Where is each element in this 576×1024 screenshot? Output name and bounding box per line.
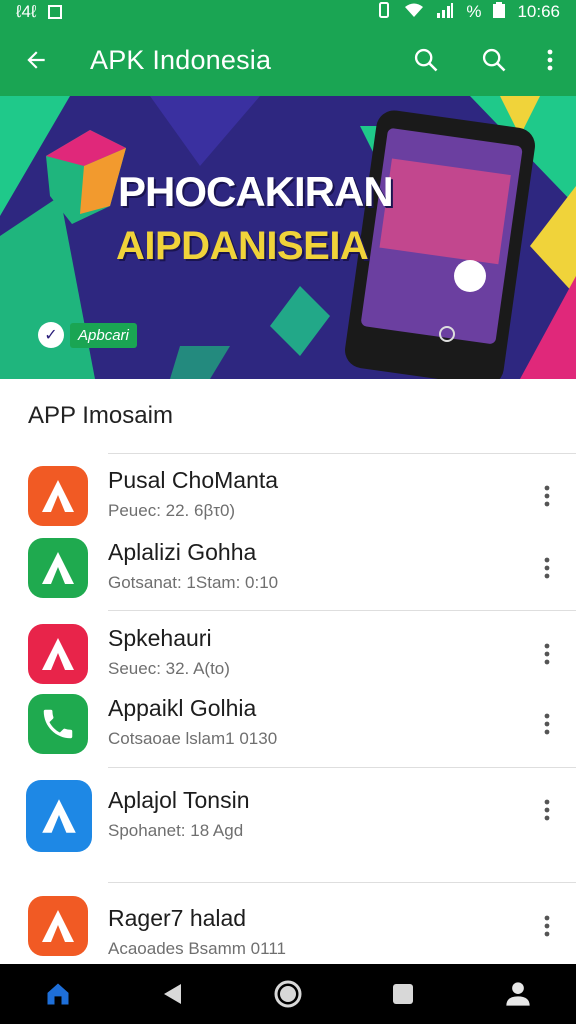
search-button[interactable] (392, 32, 460, 88)
cell-signal-icon (436, 2, 454, 23)
more-vert-icon (547, 49, 553, 71)
account-icon (506, 982, 531, 1006)
section-title: APP Imosaim (28, 402, 173, 429)
status-right: % 10:66 (376, 1, 560, 23)
system-nav-bar (0, 964, 576, 1024)
banner-badge-label: Apbcari (70, 322, 137, 348)
app-name: Pusal ChoManta (108, 467, 279, 493)
banner-subheadline: AIPDANISEIA (116, 224, 369, 268)
app-meta: Peuec: 22. 6βτ0) (108, 501, 236, 520)
nav-recents-button[interactable] (373, 964, 433, 1024)
app-a-icon (28, 896, 88, 956)
recents-square-icon (393, 984, 414, 1004)
app-list-item[interactable]: Pusal ChoManta Peuec: 22. 6βτ0) (0, 466, 576, 526)
banner-badge: ✓ Apbcari (38, 322, 137, 348)
app-more-button[interactable] (530, 704, 564, 744)
app-list-item[interactable]: Aplalizi Gohha Gotsanat: 1Stam: 0:10 (0, 538, 576, 598)
app-a-icon (28, 538, 88, 598)
app-bar-actions (392, 32, 572, 88)
nav-home-tab[interactable] (28, 964, 88, 1024)
app-more-button[interactable] (530, 476, 564, 516)
more-vert-icon (544, 557, 550, 579)
back-triangle-icon (163, 984, 181, 1004)
nav-account-button[interactable] (488, 964, 548, 1024)
app-meta: Cotsaoae lslam1 0130 (108, 729, 278, 748)
app-name: Rager7 halad (108, 905, 247, 931)
status-left: ℓ4ℓ (16, 2, 63, 22)
app-a-icon (28, 624, 88, 684)
app-more-button[interactable] (530, 906, 564, 946)
more-vert-icon (544, 643, 550, 665)
vibrate-icon (376, 1, 392, 23)
app-meta: Acaoades Bsamm 0111 (108, 939, 286, 958)
list-divider (108, 453, 576, 454)
app-list-item[interactable]: Aplajol Tonsin Spohanet: 18 Agd (0, 780, 576, 852)
search-button-secondary[interactable] (460, 32, 528, 88)
app-bar: APK Indonesia (0, 24, 576, 96)
check-icon: ✓ (38, 322, 64, 348)
overflow-menu-button[interactable] (528, 32, 572, 88)
phone-icon (28, 694, 88, 754)
app-more-button[interactable] (530, 548, 564, 588)
app-meta: Gotsanat: 1Stam: 0:10 (108, 573, 279, 592)
app-list-item[interactable]: Rager7 halad Acaoades Bsamm 0111 (0, 896, 576, 958)
more-vert-icon (544, 799, 550, 821)
app-name: Spkehauri (108, 625, 212, 651)
list-divider (108, 610, 576, 611)
clock: 10:66 (517, 2, 560, 21)
list-divider (108, 767, 576, 768)
home-icon (47, 983, 69, 1005)
search-icon (414, 48, 438, 72)
more-vert-icon (544, 485, 550, 507)
app-text: Aplajol Tonsin Spohanet: 18 Agd (108, 786, 250, 842)
app-name: Aplalizi Gohha (108, 539, 257, 565)
list-divider (108, 882, 576, 883)
wifi-icon (404, 2, 424, 23)
more-vert-icon (544, 713, 550, 735)
app-more-button[interactable] (530, 790, 564, 830)
app-meta: Spohanet: 18 Agd (108, 821, 244, 840)
app-text: Rager7 halad Acaoades Bsamm 0111 (108, 904, 286, 960)
search-icon (482, 48, 506, 72)
app-list-item[interactable]: Spkehauri Seuec: 32. A(to) (0, 624, 576, 684)
app-list-item[interactable]: Appaikl Golhia Cotsaoae lslam1 0130 (0, 694, 576, 754)
app-a-icon (26, 780, 92, 852)
app-text: Aplalizi Gohha Gotsanat: 1Stam: 0:10 (108, 538, 278, 594)
back-button[interactable] (8, 32, 64, 88)
signal-text: % (466, 2, 482, 21)
more-vert-icon (544, 915, 550, 937)
status-left-text: ℓ4ℓ (16, 2, 37, 21)
app-text: Spkehauri Seuec: 32. A(to) (108, 624, 230, 680)
notification-icon (48, 5, 63, 19)
app-name: Aplajol Tonsin (108, 787, 250, 813)
battery-icon (493, 1, 506, 23)
nav-home-button[interactable] (258, 964, 318, 1024)
app-more-button[interactable] (530, 634, 564, 674)
app-title: APK Indonesia (90, 44, 272, 75)
app-text: Appaikl Golhia Cotsaoae lslam1 0130 (108, 694, 277, 750)
nav-back-button[interactable] (143, 964, 203, 1024)
status-bar: ℓ4ℓ % 10:66 (0, 0, 576, 24)
banner-headline: PHOCAKIRAN (118, 168, 394, 215)
app-text: Pusal ChoManta Peuec: 22. 6βτ0) (108, 466, 278, 522)
app-meta: Seuec: 32. A(to) (108, 659, 230, 678)
app-name: Appaikl Golhia (108, 695, 257, 721)
home-circle-icon (274, 980, 302, 1008)
back-arrow-icon (27, 51, 45, 69)
app-a-icon (28, 466, 88, 526)
